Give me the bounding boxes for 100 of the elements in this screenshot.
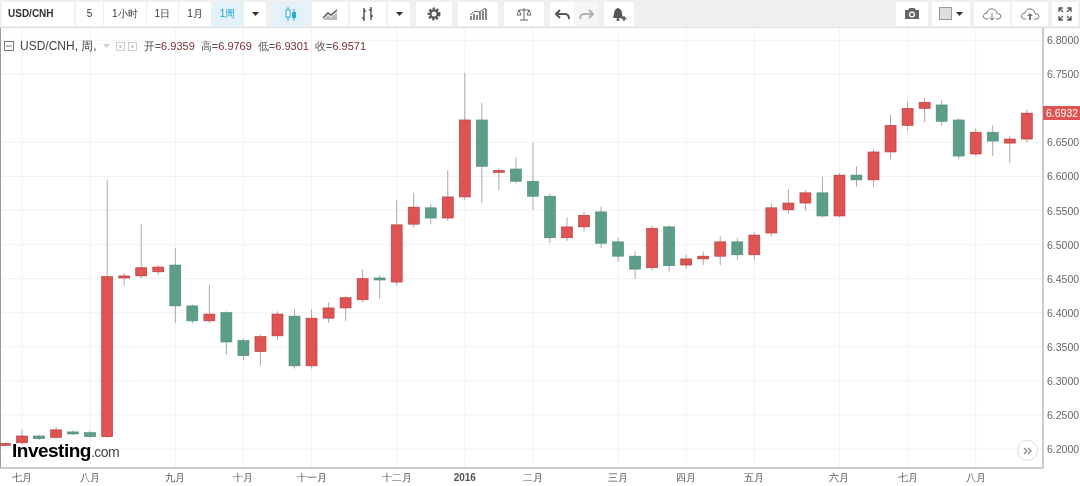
- indicators-button[interactable]: [458, 1, 499, 26]
- price-tag: 6.6932: [1043, 106, 1080, 120]
- upload-button[interactable]: [1012, 1, 1048, 26]
- candlestick: [884, 114, 897, 160]
- double-chevron-icon: [1023, 446, 1032, 455]
- axis-label: 四月: [676, 472, 697, 483]
- candlestick: [850, 165, 863, 188]
- candlestick: [305, 308, 318, 370]
- candlestick: [714, 235, 727, 266]
- scroll-right-button[interactable]: [1017, 440, 1038, 461]
- candlestick: [16, 429, 28, 445]
- candlestick: [84, 430, 96, 439]
- undo-button[interactable]: [550, 1, 575, 26]
- candlestick: [373, 274, 386, 300]
- candlestick: [561, 216, 573, 242]
- axis-label: 6.2000: [1047, 442, 1080, 455]
- candlestick: [67, 430, 79, 436]
- interval-button[interactable]: 1日: [146, 1, 180, 26]
- cloud-upload-icon: [1020, 6, 1040, 21]
- dropdown-button[interactable]: [244, 1, 267, 26]
- axis-label: 6.3500: [1047, 340, 1080, 353]
- axis-label: 6.2500: [1047, 408, 1080, 421]
- caret-icon: [251, 11, 259, 16]
- candlestick: [493, 167, 505, 191]
- symbol-field[interactable]: USD/CNH: [2, 1, 74, 26]
- candlestick: [901, 101, 914, 131]
- ohlc-value: 低=6.9301: [257, 38, 309, 54]
- axis-label: 6.6000: [1047, 170, 1080, 183]
- candlestick: [544, 193, 556, 244]
- fullscreen-button[interactable]: [1052, 1, 1078, 26]
- download-button[interactable]: [974, 1, 1010, 26]
- color-picker-button[interactable]: [932, 1, 970, 26]
- candlestick: [186, 304, 199, 325]
- axis-label: 六月: [829, 472, 850, 483]
- candlestick: [203, 284, 216, 324]
- axis-label: 6.6500: [1047, 136, 1080, 149]
- candlestick: [629, 250, 641, 280]
- settings-icons: [115, 41, 138, 51]
- axis-label: 七月: [12, 472, 33, 483]
- candlestick: [0, 442, 11, 447]
- candlestick: [407, 192, 420, 229]
- candlestick: [833, 172, 846, 218]
- candlestick: [986, 124, 999, 157]
- axis-label: 八月: [965, 472, 986, 483]
- candlestick: [731, 237, 744, 261]
- ohlc-value: 高=6.9769: [200, 38, 252, 54]
- interval-button[interactable]: 1月: [179, 1, 212, 26]
- investing-logo: Investing.com: [12, 441, 120, 460]
- screenshot-button[interactable]: [896, 1, 928, 26]
- axis-label: 二月: [522, 472, 543, 483]
- axis-label: 十月: [233, 472, 254, 483]
- chart-style-button[interactable]: [350, 1, 387, 26]
- caret-icon: [102, 44, 110, 48]
- candlestick: [510, 156, 522, 184]
- axis-label: 2016: [453, 472, 476, 483]
- fullscreen-icon: [1058, 6, 1072, 21]
- candlestick: [288, 308, 301, 370]
- candlestick: [135, 223, 148, 279]
- axis-label: 6.5500: [1047, 204, 1080, 217]
- candlestick: [867, 148, 880, 188]
- chart-style-button[interactable]: [312, 1, 349, 26]
- candlestick: [220, 310, 233, 356]
- candlestick: [952, 118, 965, 160]
- compare-button[interactable]: [504, 1, 545, 26]
- bell-plus-icon: [611, 5, 628, 22]
- axis-label: 三月: [608, 472, 629, 483]
- candlestick: [816, 176, 829, 218]
- axis-label: 八月: [80, 472, 101, 483]
- candlestick: [765, 203, 778, 237]
- candlestick: [271, 310, 284, 341]
- interval-button[interactable]: 5: [76, 1, 104, 26]
- candlestick: [918, 97, 931, 123]
- candlestick: [1021, 109, 1033, 143]
- candlestick: [50, 426, 62, 440]
- settings-button[interactable]: [416, 1, 453, 26]
- axis-label: 十一月: [296, 472, 327, 483]
- axis-label: 十二月: [381, 472, 412, 483]
- axis-label: 6.8000: [1047, 34, 1080, 47]
- candlestick: [118, 272, 130, 286]
- alert-button[interactable]: [604, 1, 635, 26]
- candlestick: [799, 189, 812, 212]
- balance-scale-icon: [516, 6, 533, 21]
- candlestick: [612, 237, 624, 263]
- ohlc-value: 开=6.9359: [143, 38, 195, 54]
- candlestick: [578, 211, 590, 232]
- chart-style-button[interactable]: [274, 1, 311, 26]
- axis-label: 6.3000: [1047, 374, 1080, 387]
- axis-label: 6.5000: [1047, 238, 1080, 251]
- candlestick: [782, 188, 795, 215]
- dropdown-button[interactable]: [388, 1, 411, 26]
- candlestick: [339, 295, 352, 322]
- square-icon: [939, 7, 952, 20]
- axis-label: 6.7500: [1047, 68, 1080, 81]
- interval-button[interactable]: 1小时: [104, 1, 147, 26]
- candlestick: [969, 128, 982, 157]
- candlestick: [33, 434, 45, 441]
- cloud-download-icon: [982, 6, 1002, 21]
- candlestick: [680, 254, 692, 269]
- ohlc-value: 收=6.9571: [314, 38, 367, 54]
- candlestick: [322, 302, 335, 324]
